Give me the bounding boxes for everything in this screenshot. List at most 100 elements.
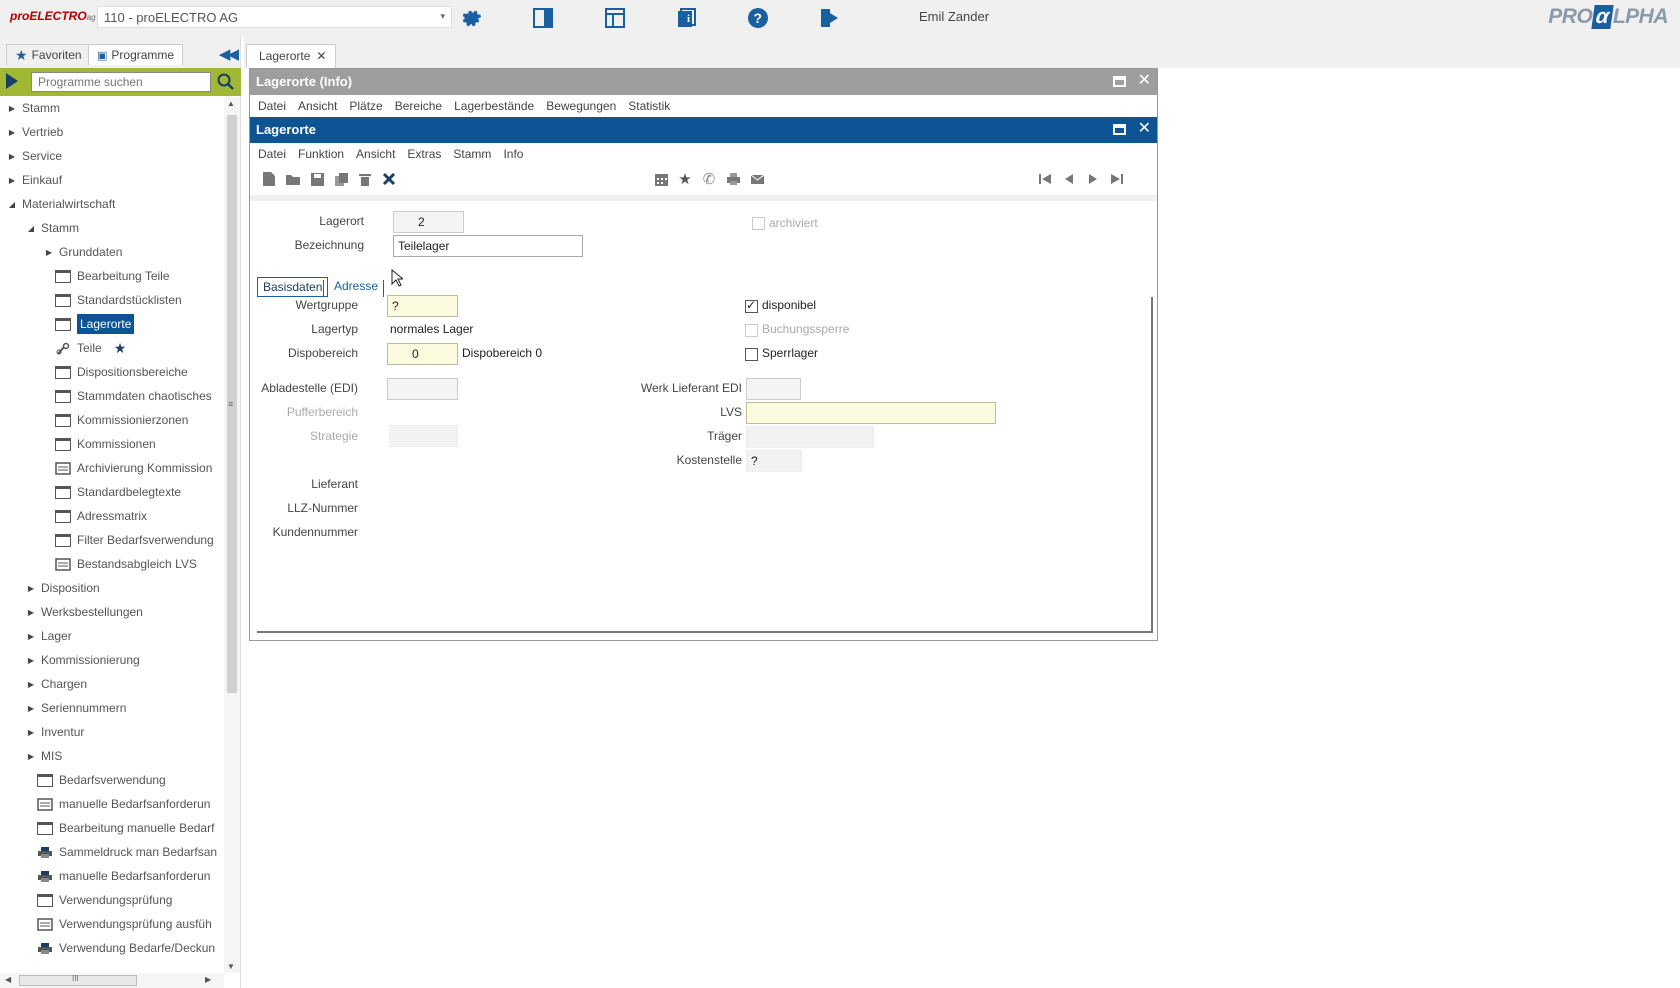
main-menu-funktion[interactable]: Funktion [298, 147, 344, 161]
print-icon[interactable] [724, 170, 742, 188]
collapse-arrow-icon[interactable]: ▶ [25, 680, 37, 689]
collapse-arrow-icon[interactable]: ▶ [25, 656, 37, 665]
main-menu-stamm[interactable]: Stamm [453, 147, 491, 161]
next-record-icon[interactable] [1084, 170, 1102, 188]
tree-item[interactable]: ▶ Disposition [25, 577, 100, 599]
tab-basisdaten[interactable]: Basisdaten [257, 277, 329, 297]
collapse-arrow-icon[interactable]: ▶ [25, 608, 37, 617]
archiviert-checkbox[interactable] [752, 217, 765, 230]
info-menu-plätze[interactable]: Plätze [349, 99, 382, 113]
buchungssperre-checkbox[interactable] [745, 324, 758, 337]
kostenstelle-field[interactable]: ? [746, 450, 802, 472]
tree-item[interactable]: Verwendungsprüfung [25, 889, 172, 911]
favorite-star-icon[interactable]: ★ [114, 340, 127, 357]
tree-item[interactable]: ▶ Service [6, 145, 62, 167]
tree-item[interactable]: manuelle Bedarfsanforderun [25, 865, 210, 887]
prev-record-icon[interactable] [1060, 170, 1078, 188]
tree-item[interactable]: ▶ Lager [25, 625, 72, 647]
tree-item[interactable]: manuelle Bedarfsanforderun [25, 793, 210, 815]
tree-item[interactable]: Dispositionsbereiche [43, 361, 188, 383]
tree-item[interactable]: ▶ Werksbestellungen [25, 601, 143, 623]
calendar-icon[interactable] [652, 170, 670, 188]
lvs-field[interactable] [746, 402, 996, 424]
open-folder-icon[interactable] [284, 170, 302, 188]
tab-adresse[interactable]: Adresse [329, 277, 384, 297]
tree-item[interactable]: Kommissionen [43, 433, 156, 455]
abladestelle-field[interactable] [387, 378, 458, 400]
run-program-icon[interactable] [6, 73, 18, 89]
copy-icon[interactable] [332, 170, 350, 188]
tree-item[interactable]: ▶ Vertrieb [6, 121, 63, 143]
maximize-icon[interactable] [1112, 123, 1126, 135]
tree-item[interactable]: Filter Bedarfsverwendung [43, 529, 214, 551]
collapse-arrow-icon[interactable]: ▶ [25, 704, 37, 713]
tree-item[interactable]: Verwendungsprüfung ausfüh [25, 913, 212, 935]
last-record-icon[interactable] [1108, 170, 1126, 188]
collapse-panel-icon[interactable]: ◀◀ [219, 45, 239, 63]
tree-item[interactable]: Verwendung Bedarfe/Deckun [25, 937, 215, 959]
main-menu-extras[interactable]: Extras [407, 147, 441, 161]
dispobereich-field[interactable]: 0 [387, 343, 458, 365]
star-icon[interactable]: ★ [676, 170, 694, 188]
tree-item[interactable]: Standardstücklisten [43, 289, 182, 311]
collapse-arrow-icon[interactable]: ▶ [6, 104, 18, 113]
gear-icon[interactable] [459, 7, 483, 29]
tree-item[interactable]: ▶ Kommissionierung [25, 649, 140, 671]
info-menu-lagerbestände[interactable]: Lagerbestände [454, 99, 534, 113]
tree-item[interactable]: Bestandsabgleich LVS [43, 553, 197, 575]
collapse-arrow-icon[interactable]: ▶ [6, 176, 18, 185]
tree-item[interactable]: ▶ Chargen [25, 673, 87, 695]
scroll-down-icon[interactable]: ▼ [227, 962, 235, 971]
collapse-arrow-icon[interactable]: ▶ [25, 728, 37, 737]
wertgruppe-field[interactable]: ? [387, 295, 458, 317]
tab-lagerorte[interactable]: Lagerorte ✕ [246, 44, 336, 68]
tree-item[interactable]: Bedarfsverwendung [25, 769, 166, 791]
collapse-arrow-icon[interactable]: ▶ [25, 632, 37, 641]
scroll-left-icon[interactable]: ◀ [5, 975, 11, 984]
scroll-up-icon[interactable]: ▲ [227, 99, 235, 108]
tree-item[interactable]: Lagerorte [43, 313, 135, 335]
info-book-icon[interactable]: i [674, 7, 698, 29]
tree-item[interactable]: Stammdaten chaotisches [43, 385, 212, 407]
tree-vertical-scrollbar[interactable]: ▲ ≡ ▼ [224, 97, 240, 973]
scrollbar-thumb[interactable]: III [19, 974, 137, 986]
close-icon[interactable]: ✕ [1138, 121, 1151, 137]
bezeichnung-field[interactable]: Teilelager [393, 235, 583, 257]
expand-arrow-icon[interactable]: ◢ [25, 224, 37, 233]
expand-arrow-icon[interactable]: ◢ [6, 200, 18, 209]
main-menu-ansicht[interactable]: Ansicht [356, 147, 395, 161]
sperrlager-checkbox[interactable] [745, 348, 758, 361]
tree-item[interactable]: Standardbelegtexte [43, 481, 181, 503]
tree-item[interactable]: Archivierung Kommission [43, 457, 212, 479]
scroll-right-icon[interactable]: ▶ [205, 975, 211, 984]
tree-item[interactable]: Kommissionierzonen [43, 409, 188, 431]
tab-favorites[interactable]: ★ Favoriten [6, 44, 91, 65]
tree-item[interactable]: Bearbeitung manuelle Bedarf [25, 817, 214, 839]
cancel-icon[interactable] [380, 170, 398, 188]
tree-item[interactable]: Adressmatrix [43, 505, 147, 527]
tree-item[interactable]: ▶ Stamm [6, 97, 60, 119]
tree-item[interactable]: Teile ★ [43, 337, 126, 359]
werk-lieferant-edi-field[interactable] [746, 378, 801, 400]
info-menu-bewegungen[interactable]: Bewegungen [546, 99, 616, 113]
tree-item[interactable]: Sammeldruck man Bedarfsan [25, 841, 217, 863]
info-menu-ansicht[interactable]: Ansicht [298, 99, 337, 113]
main-menu-info[interactable]: Info [503, 147, 523, 161]
phone-icon[interactable]: ✆ [700, 170, 718, 188]
close-icon[interactable]: ✕ [316, 49, 326, 63]
collapse-arrow-icon[interactable]: ▶ [43, 248, 55, 257]
collapse-arrow-icon[interactable]: ▶ [25, 752, 37, 761]
tree-item[interactable]: ▶ Seriennummern [25, 697, 126, 719]
tree-item[interactable]: ▶ Einkauf [6, 169, 62, 191]
info-menu-bereiche[interactable]: Bereiche [395, 99, 442, 113]
company-select[interactable]: 110 - proELECTRO AG ▾ [97, 6, 452, 28]
save-icon[interactable] [308, 170, 326, 188]
search-icon[interactable] [217, 73, 235, 94]
program-search-input[interactable] [31, 72, 211, 92]
traeger-field[interactable] [746, 426, 874, 448]
help-icon[interactable]: ? [746, 7, 770, 29]
tree-horizontal-scrollbar[interactable]: ◀ III ▶ [0, 973, 224, 988]
tree-item[interactable]: Bearbeitung Teile [43, 265, 170, 287]
info-menu-statistik[interactable]: Statistik [628, 99, 670, 113]
collapse-arrow-icon[interactable]: ▶ [6, 152, 18, 161]
